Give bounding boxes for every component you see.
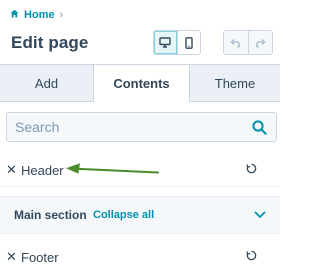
breadcrumb-separator: › — [59, 9, 64, 21]
mobile-icon — [185, 36, 193, 49]
redo-button[interactable] — [247, 31, 272, 54]
mobile-view-button[interactable] — [176, 31, 200, 54]
search-icon[interactable] — [252, 120, 267, 140]
tab-add[interactable]: Add — [0, 65, 93, 102]
annotation-arrow — [66, 163, 159, 174]
remove-header-icon[interactable]: ✕ — [6, 162, 17, 178]
breadcrumb: Home › — [10, 8, 63, 22]
chevron-down-icon[interactable] — [254, 206, 266, 224]
footer-module-label: Footer — [21, 249, 59, 265]
desktop-view-button[interactable] — [154, 31, 177, 54]
header-module-label: Header — [21, 162, 64, 178]
desktop-icon — [159, 37, 172, 48]
footer-module-row[interactable]: ✕ Footer — [0, 242, 280, 272]
undo-button[interactable] — [224, 31, 248, 54]
breadcrumb-home-link[interactable]: Home — [24, 9, 55, 21]
main-section-title: Main section — [14, 208, 87, 222]
main-section-row[interactable]: Main section Collapse all — [0, 196, 280, 234]
remove-footer-icon[interactable]: ✕ — [6, 249, 17, 265]
tab-theme[interactable]: Theme — [190, 65, 280, 102]
history-controls — [223, 30, 273, 55]
search-input[interactable] — [15, 119, 240, 135]
undo-icon — [230, 38, 241, 48]
refresh-icon[interactable] — [246, 248, 257, 266]
home-icon[interactable] — [10, 9, 19, 21]
refresh-icon[interactable] — [246, 161, 257, 179]
editor-tabs: Add Contents Theme — [0, 64, 280, 102]
tab-contents[interactable]: Contents — [93, 65, 190, 102]
page-title: Edit page — [11, 33, 89, 52]
search-box — [6, 112, 277, 142]
collapse-all-link[interactable]: Collapse all — [93, 209, 154, 221]
redo-icon — [256, 38, 266, 48]
device-toggle — [153, 30, 201, 55]
